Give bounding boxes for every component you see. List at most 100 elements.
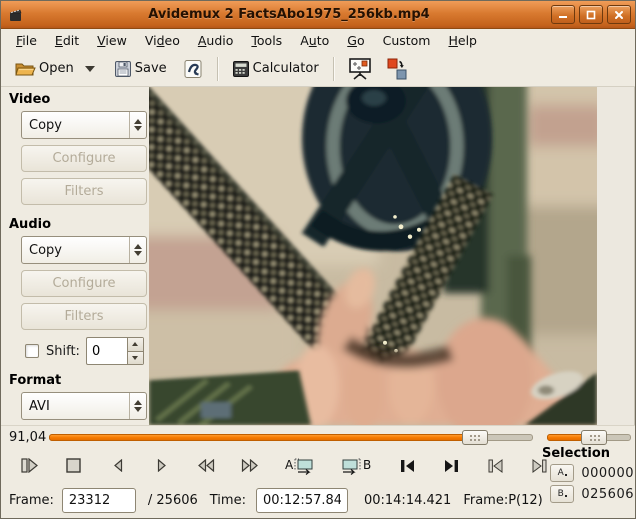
seek-row: 91,04 — [1, 426, 635, 449]
video-codec-value: Copy — [22, 112, 129, 138]
frame-type: Frame:P(12) — [463, 493, 542, 508]
position-label: 91,04 — [9, 430, 45, 445]
selection-label: Selection — [542, 446, 634, 461]
volume-slider[interactable] — [547, 430, 631, 445]
chevron-down-icon — [85, 66, 95, 72]
calculator-button[interactable]: Calculator — [227, 57, 324, 81]
svg-text:B: B — [363, 458, 371, 472]
shift-input[interactable] — [87, 338, 127, 364]
mark-a-button[interactable]: A — [280, 455, 320, 477]
first-frame-button[interactable] — [394, 455, 421, 477]
status-row: Frame: / 25606 Time: 00:14:14.421 Frame:… — [1, 482, 635, 518]
spinner-arrows-icon — [129, 112, 146, 138]
titlebar[interactable]: Avidemux 2 FactsAbo1975_256kb.mp4 — [1, 1, 635, 29]
selection-b-button[interactable]: B — [550, 485, 574, 503]
video-section-label: Video — [9, 92, 149, 107]
properties-button[interactable] — [178, 56, 208, 82]
video-preview — [149, 87, 597, 425]
seek-slider-handle[interactable] — [462, 430, 488, 445]
maximize-button[interactable] — [579, 5, 603, 24]
properties-icon — [183, 59, 203, 79]
transport-controls: A B — [1, 449, 635, 482]
swap-icon — [386, 57, 408, 81]
shift-row: Shift: — [25, 337, 149, 365]
menu-file[interactable]: File — [7, 31, 46, 50]
shift-label: Shift: — [46, 344, 80, 359]
codec-panel: Video Copy Configure Filters Audio Copy … — [1, 87, 149, 425]
bottom-panel: 91,04 — [1, 425, 635, 518]
menu-edit[interactable]: Edit — [46, 31, 88, 50]
minimize-button[interactable] — [551, 5, 575, 24]
toolbar-separator — [333, 57, 334, 81]
shift-spin-up-button[interactable] — [128, 338, 143, 352]
svg-text:A: A — [285, 458, 294, 472]
save-floppy-icon — [114, 60, 132, 78]
menu-go[interactable]: Go — [338, 31, 373, 50]
last-frame-button[interactable] — [438, 455, 465, 477]
save-label: Save — [135, 61, 167, 76]
stop-button[interactable] — [60, 455, 87, 477]
avidemux-window: Avidemux 2 FactsAbo1975_256kb.mp4 File E… — [0, 0, 636, 519]
selection-panel: Selection A 000000 B 025606 — [542, 446, 634, 506]
open-dropdown-button[interactable] — [79, 63, 101, 75]
toolbar: Open Save — [1, 51, 635, 87]
seek-slider[interactable] — [49, 430, 533, 445]
right-gutter — [597, 87, 635, 425]
format-value: AVI — [22, 393, 129, 419]
calculator-label: Calculator — [253, 61, 319, 76]
audio-codec-value: Copy — [22, 237, 129, 263]
play-button[interactable] — [16, 455, 43, 477]
mark-b-button[interactable]: B — [337, 455, 377, 477]
format-section-label: Format — [9, 373, 149, 388]
selection-a-value: 000000 — [581, 466, 634, 481]
menubar: File Edit View Video Audio Tools Auto Go… — [1, 29, 635, 51]
video-configure-button[interactable]: Configure — [21, 145, 147, 172]
projector-screen-icon — [348, 57, 372, 81]
preview-output-button[interactable] — [343, 54, 377, 84]
menu-tools[interactable]: Tools — [242, 31, 291, 50]
menu-audio[interactable]: Audio — [189, 31, 243, 50]
toolbar-separator — [217, 57, 218, 81]
volume-slider-handle[interactable] — [581, 430, 607, 445]
open-button[interactable]: Open — [9, 57, 79, 81]
shift-checkbox[interactable] — [25, 344, 39, 358]
menu-help[interactable]: Help — [439, 31, 486, 50]
spinner-arrows-icon — [129, 393, 146, 419]
selection-a-button[interactable]: A — [550, 464, 574, 482]
swap-output-button[interactable] — [381, 54, 413, 84]
fast-forward-button[interactable] — [236, 455, 263, 477]
audio-section-label: Audio — [9, 217, 149, 232]
frame-total: / 25606 — [148, 493, 198, 508]
menu-view[interactable]: View — [88, 31, 136, 50]
spinner-arrows-icon — [129, 237, 146, 263]
time-input[interactable] — [256, 488, 348, 513]
main-area: Video Copy Configure Filters Audio Copy … — [1, 87, 635, 425]
previous-keyframe-button[interactable] — [482, 455, 509, 477]
frame-label: Frame: — [9, 493, 54, 508]
duration-value: 00:14:14.421 — [364, 493, 451, 508]
rewind-button[interactable] — [192, 455, 219, 477]
menu-video[interactable]: Video — [136, 31, 189, 50]
next-frame-button[interactable] — [148, 455, 175, 477]
format-select[interactable]: AVI — [21, 392, 147, 420]
shift-spin-down-button[interactable] — [128, 352, 143, 365]
calculator-icon — [232, 60, 250, 78]
selection-b-value: 025606 — [581, 487, 634, 502]
frame-input[interactable] — [62, 488, 136, 513]
menu-custom[interactable]: Custom — [374, 31, 440, 50]
audio-filters-button[interactable]: Filters — [21, 303, 147, 330]
open-label: Open — [39, 61, 74, 76]
save-button[interactable]: Save — [109, 57, 172, 81]
audio-configure-button[interactable]: Configure — [21, 270, 147, 297]
close-button[interactable] — [607, 5, 631, 24]
app-icon — [5, 4, 27, 26]
video-codec-select[interactable]: Copy — [21, 111, 147, 139]
open-folder-icon — [14, 60, 36, 78]
time-label: Time: — [210, 493, 246, 508]
previous-frame-button[interactable] — [104, 455, 131, 477]
menu-auto[interactable]: Auto — [291, 31, 338, 50]
shift-spinbox — [86, 337, 144, 365]
window-title: Avidemux 2 FactsAbo1975_256kb.mp4 — [27, 7, 551, 22]
audio-codec-select[interactable]: Copy — [21, 236, 147, 264]
video-filters-button[interactable]: Filters — [21, 178, 147, 205]
